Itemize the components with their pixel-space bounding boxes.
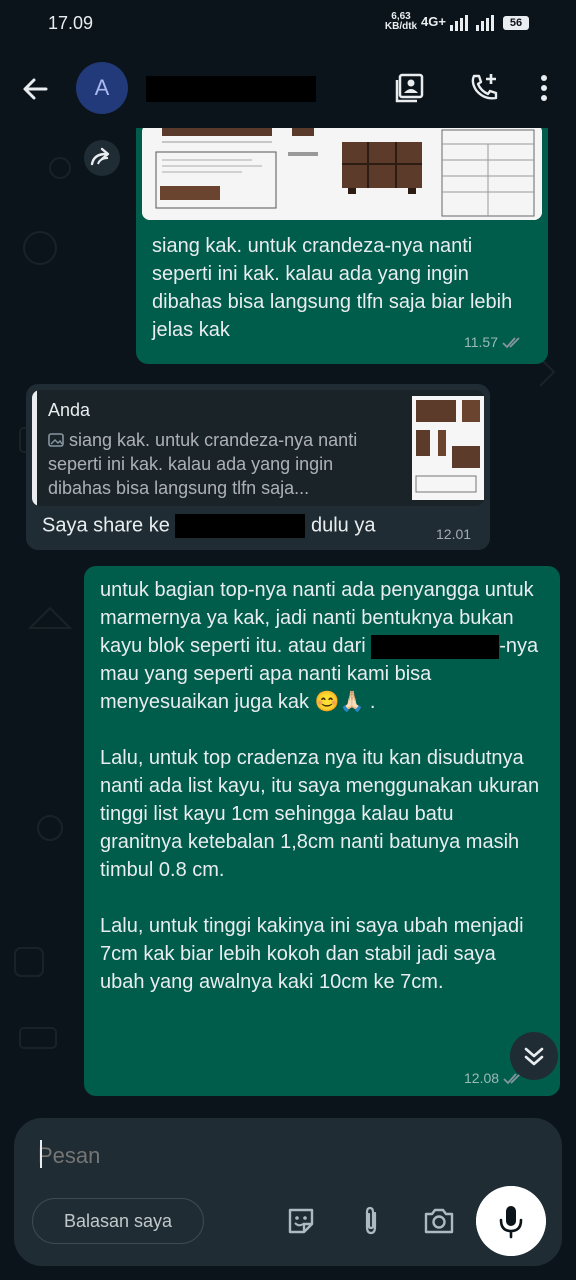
- message-bubble-outgoing[interactable]: siang kak. untuk crandeza-nya nanti sepe…: [136, 128, 548, 364]
- message-text-after: dulu ya: [310, 514, 376, 537]
- signal-icon: [450, 15, 468, 31]
- attach-icon[interactable]: [354, 1204, 388, 1238]
- image-icon: [48, 433, 64, 447]
- avatar[interactable]: A: [76, 62, 128, 114]
- redacted-name: [371, 634, 500, 659]
- add-call-icon[interactable]: [466, 70, 502, 106]
- chat-header: A: [0, 48, 576, 128]
- network-type: 4G+: [421, 14, 446, 29]
- message-text: untuk bagian top-nya nanti ada penyangga…: [100, 576, 540, 996]
- microphone-icon[interactable]: [476, 1186, 546, 1256]
- redacted-name: [175, 514, 306, 538]
- more-options-icon[interactable]: [526, 70, 562, 106]
- quote-bar: [32, 390, 37, 506]
- message-time: 12.08: [464, 1070, 500, 1086]
- message-time: 12.01: [436, 526, 472, 542]
- message-composer: Balasan saya: [14, 1118, 562, 1266]
- quote-author: Anda: [48, 400, 91, 420]
- quote-thumbnail-image: [412, 396, 484, 500]
- status-bar: 17.09 6,63 KB/dtk 4G+ 56: [0, 0, 576, 48]
- back-arrow-icon[interactable]: [18, 72, 52, 106]
- network-speed-unit: KB/dtk: [384, 21, 418, 32]
- sticker-icon[interactable]: [284, 1204, 318, 1238]
- message-text-before: Saya share ke: [42, 514, 170, 537]
- quick-reply-chip[interactable]: Balasan saya: [32, 1198, 204, 1244]
- contact-name-redacted[interactable]: [146, 76, 316, 102]
- contact-card-icon[interactable]: [392, 70, 428, 106]
- quote-text-content: siang kak. untuk crandeza-nya nanti sepe…: [48, 430, 358, 498]
- quote-text: siang kak. untuk crandeza-nya nanti sepe…: [48, 428, 398, 500]
- forward-icon[interactable]: [84, 140, 120, 176]
- cradenza-drawing-image[interactable]: [142, 128, 542, 220]
- status-time: 17.09: [48, 13, 94, 33]
- message-text: siang kak. untuk crandeza-nya nanti sepe…: [152, 235, 513, 341]
- message-meta: 11.57: [464, 334, 524, 350]
- network-speed: 6,63 KB/dtk: [384, 12, 418, 32]
- read-ticks-icon: [502, 337, 520, 349]
- quoted-message[interactable]: Anda siang kak. untuk crandeza-nya nanti…: [32, 390, 484, 506]
- signal-icon-sim2: [476, 15, 494, 31]
- battery-icon: 56: [503, 16, 529, 30]
- camera-icon[interactable]: [422, 1204, 456, 1238]
- message-paragraph-2: Lalu, untuk top cradenza nya itu kan dis…: [100, 747, 540, 881]
- scroll-down-icon[interactable]: [510, 1032, 558, 1080]
- message-text: Saya share ke dulu ya: [42, 514, 375, 538]
- message-paragraph-3: Lalu, untuk tinggi kakinya ini saya ubah…: [100, 915, 524, 993]
- message-bubble-outgoing[interactable]: untuk bagian top-nya nanti ada penyangga…: [84, 566, 560, 1096]
- message-input[interactable]: [38, 1140, 458, 1172]
- chat-area[interactable]: siang kak. untuk crandeza-nya nanti sepe…: [0, 128, 576, 1118]
- message-bubble-incoming[interactable]: Anda siang kak. untuk crandeza-nya nanti…: [26, 384, 490, 550]
- text-caret: [40, 1140, 42, 1168]
- message-time: 11.57: [464, 334, 498, 350]
